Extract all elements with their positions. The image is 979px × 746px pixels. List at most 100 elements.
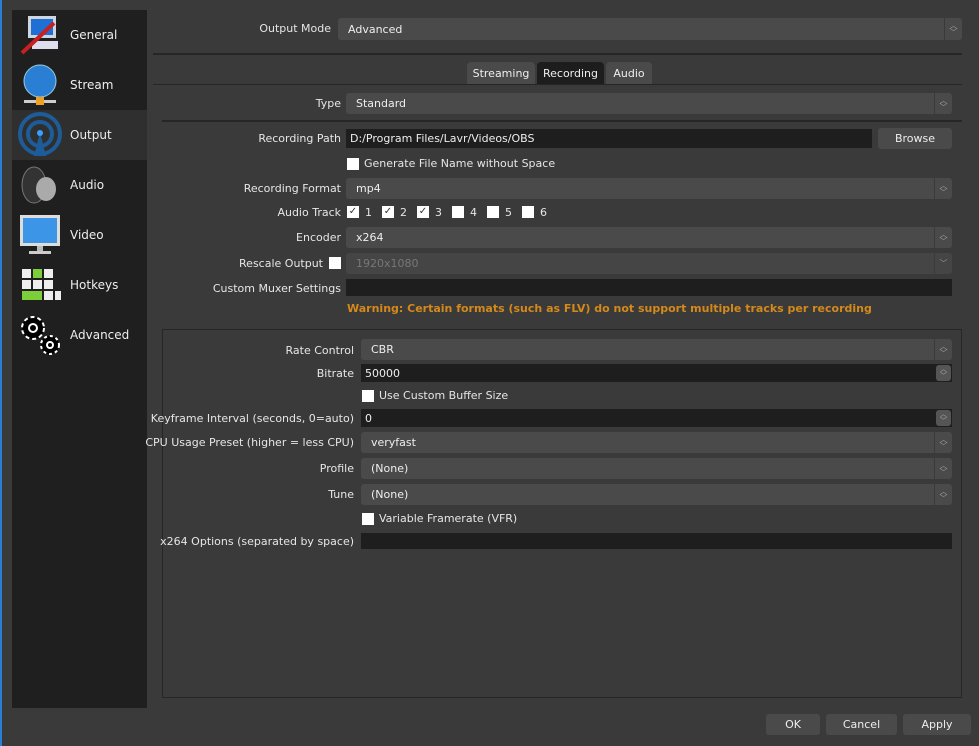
tab-streaming[interactable]: Streaming — [467, 62, 535, 84]
tab-label: Streaming — [472, 66, 530, 80]
x264-options-input[interactable] — [361, 533, 952, 549]
audio-track-2-checkbox[interactable]: ✓ — [382, 206, 394, 218]
generate-no-space-label: Generate File Name without Space — [364, 157, 556, 170]
recording-format-select[interactable]: mp4 ︿ ﹀ — [346, 178, 952, 199]
x264-options-label: x264 Options (separated by space) — [160, 535, 354, 548]
audio-track-label: Audio Track — [277, 206, 341, 219]
sidebar-item-stream[interactable]: Stream — [12, 60, 147, 110]
audio-track-4-checkbox[interactable] — [452, 206, 464, 218]
tune-label: Tune — [328, 488, 354, 501]
broadcast-antenna-icon — [16, 112, 64, 158]
keyboard-icon — [16, 262, 64, 308]
track-label: 6 — [540, 206, 547, 219]
encoder-value: x264 — [356, 231, 384, 244]
keyframe-label: Keyframe Interval (seconds, 0=auto) — [150, 412, 354, 425]
keyframe-value: 0 — [365, 411, 372, 425]
sidebar-item-general[interactable]: General — [12, 10, 147, 60]
rate-control-select[interactable]: CBR ︿ ﹀ — [361, 339, 952, 360]
vfr-label: Variable Framerate (VFR) — [379, 512, 518, 525]
output-mode-select[interactable]: Advanced ︿ ﹀ — [338, 18, 962, 40]
updown-arrow-icon: ︿ ﹀ — [944, 18, 962, 40]
encoder-select[interactable]: x264 ︿ ﹀ — [346, 227, 952, 248]
audio-track-5-checkbox[interactable] — [487, 206, 499, 218]
bitrate-label: Bitrate — [316, 367, 354, 380]
globe-network-icon — [16, 62, 64, 108]
profile-select[interactable]: (None) ︿ ﹀ — [361, 458, 952, 479]
tab-label: Recording — [542, 66, 599, 80]
sidebar: General Stream Output Audio Video Hotkey… — [12, 10, 147, 708]
sidebar-item-output[interactable]: Output — [12, 110, 147, 160]
gears-icon — [16, 312, 64, 358]
updown-arrow-icon: ︿ ﹀ — [934, 432, 952, 453]
tab-audio[interactable]: Audio — [606, 62, 652, 84]
keyframe-spinbox[interactable]: 0 ︿ ﹀ — [361, 409, 952, 427]
ok-label: OK — [785, 718, 801, 731]
recording-path-label: Recording Path — [258, 132, 341, 145]
audio-track-6-checkbox[interactable] — [522, 206, 534, 218]
spin-arrows-icon[interactable]: ︿ ﹀ — [936, 410, 951, 426]
sidebar-item-hotkeys[interactable]: Hotkeys — [12, 260, 147, 310]
rescale-output-checkbox[interactable] — [329, 257, 341, 269]
rescale-resolution-select: 1920x1080 ﹀ — [346, 253, 952, 274]
rescale-output-label: Rescale Output — [239, 257, 323, 270]
divider — [153, 53, 962, 55]
track-label: 5 — [505, 206, 512, 219]
sidebar-item-audio[interactable]: Audio — [12, 160, 147, 210]
custom-buffer-label: Use Custom Buffer Size — [379, 389, 509, 402]
audio-track-3-checkbox[interactable]: ✓ — [417, 206, 429, 218]
updown-arrow-icon: ︿ ﹀ — [934, 178, 952, 199]
updown-arrow-icon: ︿ ﹀ — [934, 227, 952, 248]
window-edge — [0, 0, 2, 746]
updown-arrow-icon: ︿ ﹀ — [934, 458, 952, 479]
browse-label: Browse — [894, 132, 936, 145]
updown-arrow-icon: ︿ ﹀ — [934, 93, 952, 114]
tab-label: Audio — [613, 66, 645, 80]
cancel-label: Cancel — [842, 718, 881, 731]
sidebar-item-advanced[interactable]: Advanced — [12, 310, 147, 360]
custom-muxer-label: Custom Muxer Settings — [212, 282, 341, 295]
generate-no-space-checkbox[interactable] — [347, 158, 359, 170]
general-screwdriver-monitor-icon — [16, 12, 64, 58]
cancel-button[interactable]: Cancel — [826, 714, 897, 735]
tab-recording[interactable]: Recording — [537, 62, 604, 84]
type-label: Type — [315, 97, 341, 110]
track-label: 4 — [470, 206, 477, 219]
speaker-icon — [16, 162, 64, 208]
type-select[interactable]: Standard ︿ ﹀ — [346, 93, 952, 114]
bitrate-value: 50000 — [365, 366, 400, 380]
rate-control-value: CBR — [371, 343, 394, 356]
track-label: 3 — [435, 206, 442, 219]
vfr-checkbox[interactable] — [362, 513, 374, 525]
rate-control-label: Rate Control — [285, 344, 354, 357]
recording-path-value: D:/Program Files/Lavr/Videos/OBS — [350, 132, 535, 145]
spin-arrows-icon[interactable]: ︿ ﹀ — [936, 365, 951, 381]
bitrate-spinbox[interactable]: 50000 ︿ ﹀ — [361, 364, 952, 382]
ok-button[interactable]: OK — [766, 714, 820, 735]
chevron-down-icon: ﹀ — [934, 253, 952, 274]
divider — [153, 84, 962, 85]
custom-muxer-input[interactable] — [346, 279, 952, 296]
audio-track-1-checkbox[interactable]: ✓ — [347, 206, 359, 218]
encoder-settings-group — [162, 329, 962, 698]
multitrack-warning: Warning: Certain formats (such as FLV) d… — [347, 302, 872, 315]
tune-value: (None) — [371, 488, 409, 501]
cpu-preset-select[interactable]: veryfast ︿ ﹀ — [361, 432, 952, 453]
rescale-value: 1920x1080 — [356, 257, 419, 270]
format-value: mp4 — [356, 182, 381, 195]
browse-button[interactable]: Browse — [878, 128, 952, 149]
sidebar-item-video[interactable]: Video — [12, 210, 147, 260]
type-value: Standard — [356, 97, 407, 110]
divider — [162, 120, 962, 122]
output-mode-value: Advanced — [348, 22, 403, 36]
profile-label: Profile — [319, 462, 354, 475]
track-label: 2 — [400, 206, 407, 219]
updown-arrow-icon: ︿ ﹀ — [934, 339, 952, 360]
tune-select[interactable]: (None) ︿ ﹀ — [361, 484, 952, 505]
recording-format-label: Recording Format — [243, 182, 341, 195]
apply-label: Apply — [921, 718, 953, 731]
apply-button[interactable]: Apply — [903, 714, 971, 735]
custom-buffer-checkbox[interactable] — [362, 390, 374, 402]
encoder-label: Encoder — [296, 231, 341, 244]
cpu-preset-value: veryfast — [371, 436, 416, 449]
recording-path-input[interactable]: D:/Program Files/Lavr/Videos/OBS — [346, 129, 872, 148]
